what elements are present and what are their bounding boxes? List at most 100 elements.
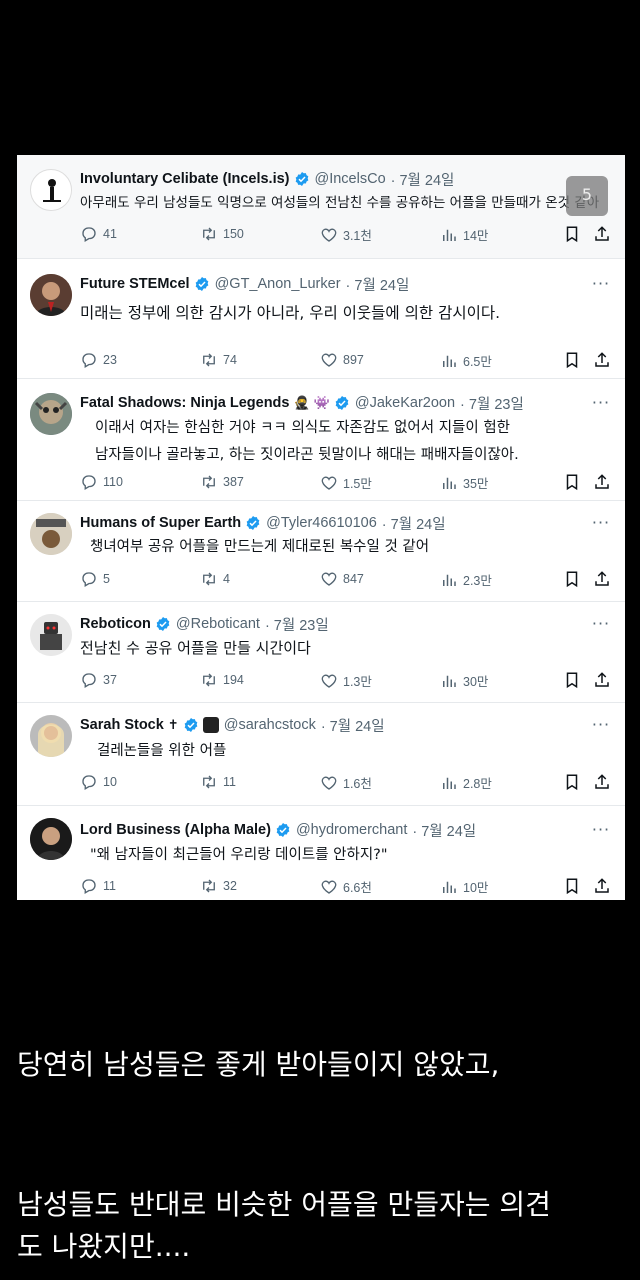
- reply-button[interactable]: 110: [80, 473, 123, 491]
- author-name[interactable]: Future STEMcel: [80, 276, 190, 292]
- tweet[interactable]: Future STEMcel @GT_Anon_Lurker · 7월 24일 …: [17, 259, 625, 379]
- views-button[interactable]: 14만: [440, 225, 488, 244]
- share-button[interactable]: [593, 773, 611, 791]
- tweet-header: Future STEMcel @GT_Anon_Lurker · 7월 24일: [80, 273, 579, 295]
- share-button[interactable]: [593, 225, 611, 243]
- views-button[interactable]: 30만: [440, 671, 488, 690]
- like-button[interactable]: 1.6천: [320, 773, 372, 792]
- views-button[interactable]: 10만: [440, 877, 488, 896]
- tweet[interactable]: Lord Business (Alpha Male) @hydromerchan…: [17, 806, 625, 900]
- bookmark-button[interactable]: [563, 877, 581, 895]
- like-icon: [321, 776, 337, 790]
- more-icon[interactable]: ···: [591, 276, 611, 293]
- tweet[interactable]: Fatal Shadows: Ninja Legends 🥷 👾 @JakeKa…: [17, 379, 625, 501]
- tweet-text: "왜 남자들이 최근들어 우리랑 데이트를 안하지?": [90, 843, 617, 868]
- avatar[interactable]: [30, 513, 72, 555]
- like-button[interactable]: 3.1천: [320, 225, 372, 244]
- reply-count: 10: [103, 775, 117, 789]
- more-icon[interactable]: ···: [591, 717, 611, 734]
- views-button[interactable]: 2.3만: [440, 570, 492, 589]
- avatar[interactable]: [30, 715, 72, 757]
- tweet[interactable]: Involuntary Celibate (Incels.is) @Incels…: [17, 155, 625, 259]
- views-button[interactable]: 2.8만: [440, 773, 492, 792]
- reply-count: 5: [103, 572, 110, 586]
- reply-button[interactable]: 10: [80, 773, 117, 791]
- tweet-text-line: 챙녀여부 공유 어플을 만드는게 제대로된 복수일 것 같어: [90, 539, 430, 555]
- author-handle[interactable]: @IncelsCo: [315, 171, 386, 187]
- views-count: 2.3만: [463, 574, 492, 588]
- retweet-button[interactable]: 74: [200, 351, 237, 369]
- views-count: 30만: [463, 675, 489, 689]
- tweet-text-line: "왜 남자들이 최근들어 우리랑 데이트를 안하지?": [90, 847, 388, 863]
- reply-button[interactable]: 5: [80, 570, 110, 588]
- more-icon[interactable]: ···: [591, 395, 611, 412]
- retweet-button[interactable]: 150: [200, 225, 244, 243]
- tweet-date[interactable]: · 7월 23일: [265, 614, 329, 635]
- author-name[interactable]: Sarah Stock: [80, 717, 164, 733]
- tweet-date[interactable]: · 7월 24일: [321, 715, 385, 736]
- author-handle[interactable]: @Reboticant: [176, 616, 260, 632]
- like-button[interactable]: 6.6천: [320, 877, 372, 896]
- reply-count: 41: [103, 227, 117, 241]
- more-icon[interactable]: ···: [591, 822, 611, 839]
- author-handle[interactable]: @JakeKar2oon: [355, 395, 455, 411]
- tweet-date[interactable]: · 7월 24일: [391, 169, 455, 190]
- share-button[interactable]: [593, 570, 611, 588]
- like-button[interactable]: 897: [320, 351, 364, 369]
- tweet-date[interactable]: · 7월 24일: [382, 513, 446, 534]
- retweet-count: 387: [223, 475, 244, 489]
- reply-button[interactable]: 23: [80, 351, 117, 369]
- tweet[interactable]: Humans of Super Earth @Tyler46610106 · 7…: [17, 501, 625, 602]
- avatar[interactable]: [30, 274, 72, 316]
- share-button[interactable]: [593, 473, 611, 491]
- tweet[interactable]: Sarah Stock ✝ @sarahcstock · 7월 24일 ··· …: [17, 703, 625, 806]
- share-button[interactable]: [593, 351, 611, 369]
- retweet-button[interactable]: 4: [200, 570, 230, 588]
- views-button[interactable]: 35만: [440, 473, 488, 492]
- tweet-date[interactable]: · 7월 24일: [412, 820, 476, 841]
- author-handle[interactable]: @sarahcstock: [224, 717, 316, 733]
- tweet-text: 미래는 정부에 의한 감시가 아니라, 우리 이웃들에 의한 감시이다.: [80, 301, 617, 326]
- avatar[interactable]: [30, 818, 72, 860]
- bookmark-button[interactable]: [563, 351, 581, 369]
- tweet-actions: 11 32 6.6천 10만: [80, 877, 611, 897]
- tweet[interactable]: Reboticon @Reboticant · 7월 23일 ··· 전남친 수…: [17, 602, 625, 703]
- tweet-date[interactable]: · 7월 23일: [460, 393, 524, 414]
- author-name[interactable]: Reboticon: [80, 616, 151, 632]
- more-icon[interactable]: ···: [591, 616, 611, 633]
- retweet-button[interactable]: 194: [200, 671, 244, 689]
- reply-button[interactable]: 11: [80, 877, 116, 895]
- bookmark-button[interactable]: [563, 671, 581, 689]
- share-button[interactable]: [593, 877, 611, 895]
- bookmark-button[interactable]: [563, 570, 581, 588]
- views-icon: [443, 777, 456, 789]
- views-count: 2.8만: [463, 777, 492, 791]
- author-name[interactable]: Fatal Shadows: Ninja Legends: [80, 395, 289, 411]
- retweet-button[interactable]: 32: [200, 877, 237, 895]
- share-button[interactable]: [593, 671, 611, 689]
- bookmark-button[interactable]: [563, 225, 581, 243]
- bookmark-button[interactable]: [563, 473, 581, 491]
- like-button[interactable]: 847: [320, 570, 364, 588]
- author-name[interactable]: Lord Business (Alpha Male): [80, 822, 271, 838]
- like-count: 847: [343, 572, 364, 586]
- reply-button[interactable]: 41: [80, 225, 117, 243]
- views-button[interactable]: 6.5만: [440, 351, 492, 370]
- retweet-button[interactable]: 387: [200, 473, 244, 491]
- tweet-date[interactable]: · 7월 24일: [346, 274, 410, 295]
- more-icon[interactable]: ···: [591, 515, 611, 532]
- reply-button[interactable]: 37: [80, 671, 117, 689]
- like-button[interactable]: 1.3만: [320, 671, 372, 690]
- avatar[interactable]: [30, 393, 72, 435]
- author-handle[interactable]: @GT_Anon_Lurker: [215, 276, 341, 292]
- author-handle[interactable]: @Tyler46610106: [266, 515, 377, 531]
- bookmark-button[interactable]: [563, 773, 581, 791]
- retweet-button[interactable]: 11: [200, 773, 236, 791]
- like-button[interactable]: 1.5만: [320, 473, 372, 492]
- avatar[interactable]: [30, 169, 72, 211]
- author-name[interactable]: Involuntary Celibate (Incels.is): [80, 171, 290, 187]
- like-count: 1.6천: [343, 777, 372, 791]
- author-handle[interactable]: @hydromerchant: [296, 822, 407, 838]
- avatar[interactable]: [30, 614, 72, 656]
- author-name[interactable]: Humans of Super Earth: [80, 515, 241, 531]
